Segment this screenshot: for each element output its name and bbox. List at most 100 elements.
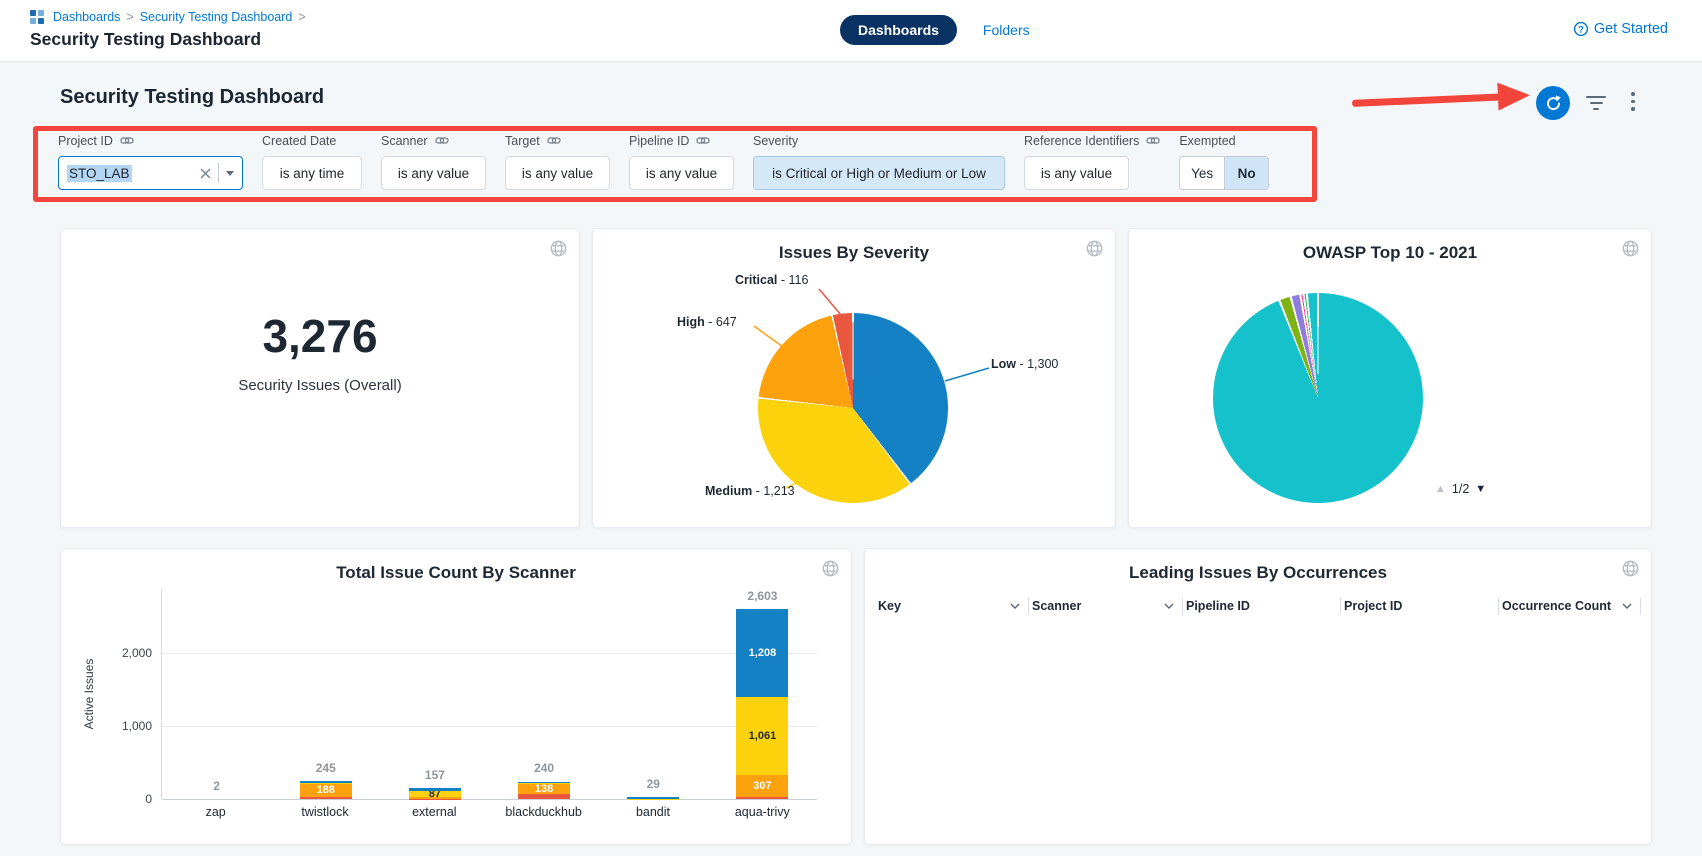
bar-external[interactable]: 87 [409, 788, 461, 799]
bar-slot-bandit: 29 [599, 589, 708, 799]
bar-segment-medium[interactable] [300, 783, 352, 784]
tab-dashboards[interactable]: Dashboards [840, 15, 957, 45]
bar-blackduckhub[interactable]: 138 [518, 782, 570, 799]
chevron-down-icon[interactable] [226, 171, 234, 176]
card-issues-by-severity: Issues By Severity Critical - 116 High -… [592, 228, 1116, 528]
page-up-icon[interactable]: ▲ [1435, 483, 1446, 495]
exempted-no-option[interactable]: No [1224, 157, 1269, 189]
get-started-link[interactable]: ? Get Started [1573, 21, 1668, 37]
pie-label-critical: Critical - 116 [735, 273, 808, 287]
bar-segment-medium[interactable]: 87 [409, 791, 461, 797]
bar-total-label: 240 [534, 761, 554, 775]
bar-segment-low[interactable] [518, 782, 570, 783]
reference-identifiers-button[interactable]: is any value [1024, 156, 1129, 190]
project-id-value: STO_LAB [67, 165, 132, 182]
page-title: Security Testing Dashboard [30, 29, 261, 50]
bars-area: 218824587157138240293071,0611,2082,603 [162, 589, 817, 799]
bar-twistlock[interactable]: 188 [300, 781, 352, 799]
severity-pie-chart[interactable] [758, 313, 948, 503]
column-header-pipeline-id[interactable]: Pipeline ID [1183, 598, 1341, 615]
bar-chart-plot: 01,0002,000218824587157138240293071,0611… [161, 589, 817, 799]
exempted-toggle: Yes No [1179, 156, 1269, 190]
bar-segment-low[interactable] [300, 781, 352, 782]
filter-severity: Severity is Critical or High or Medium o… [753, 133, 1005, 190]
column-header-occurrence-count[interactable]: Occurrence Count [1499, 598, 1641, 615]
bar-segment-low[interactable] [627, 797, 679, 799]
bar-segment-medium[interactable]: 1,061 [736, 697, 788, 774]
filter-severity-label: Severity [753, 134, 798, 148]
column-label: Pipeline ID [1186, 599, 1250, 613]
scanner-button[interactable]: is any value [381, 156, 486, 190]
bar-slot-external: 87 157 [380, 589, 489, 799]
owasp-chart-title: OWASP Top 10 - 2021 [1169, 243, 1611, 263]
x-axis-label-bandit: bandit [598, 805, 707, 819]
bar-total-label: 157 [425, 768, 445, 782]
clear-icon[interactable] [200, 168, 211, 179]
filter-pipeline-id-label: Pipeline ID [629, 134, 689, 148]
more-options-button[interactable] [1629, 92, 1637, 111]
tab-folders[interactable]: Folders [983, 22, 1030, 38]
column-header-project-id[interactable]: Project ID [1341, 598, 1499, 615]
dashboard-filters-button[interactable] [1586, 96, 1606, 110]
target-button[interactable]: is any value [505, 156, 610, 190]
bar-segment-critical[interactable] [736, 797, 788, 799]
bar-segment-low[interactable] [409, 788, 461, 791]
link-icon [696, 134, 710, 147]
column-header-scanner[interactable]: Scanner [1029, 598, 1183, 615]
gridline [162, 799, 817, 800]
card-leading-issues-by-occurrences: Leading Issues By Occurrences KeyScanner… [864, 548, 1652, 845]
breadcrumb: Dashboards > Security Testing Dashboard … [30, 10, 306, 24]
bar-total-label: 29 [647, 777, 660, 791]
breadcrumb-dashboards-link[interactable]: Dashboards [53, 10, 120, 24]
chevron-down-icon [1622, 603, 1632, 609]
breadcrumb-current-link[interactable]: Security Testing Dashboard [140, 10, 293, 24]
view-tabs: Dashboards Folders [840, 15, 1030, 45]
bar-segment-high[interactable]: 307 [736, 775, 788, 797]
bar-segment-medium[interactable] [518, 782, 570, 784]
refresh-button[interactable] [1536, 86, 1570, 120]
bar-segment-critical[interactable] [300, 797, 352, 799]
bar-segment-high[interactable]: 188 [300, 783, 352, 797]
chevron-down-icon [1010, 603, 1020, 609]
link-icon [435, 134, 449, 147]
bar-slot-blackduckhub: 138 240 [490, 589, 599, 799]
pagination-label: 1/2 [1452, 482, 1469, 496]
breadcrumb-separator: > [126, 10, 133, 24]
owasp-pie-chart[interactable] [1213, 293, 1423, 503]
filter-pipeline-id: Pipeline ID is any value [629, 133, 734, 190]
column-label: Project ID [1344, 599, 1402, 613]
y-axis-tick: 1,000 [122, 719, 152, 733]
filter-reference-identifiers-label: Reference Identifiers [1024, 134, 1139, 148]
link-icon [120, 134, 134, 147]
bar-bandit[interactable] [627, 797, 679, 799]
dashboard-title: Security Testing Dashboard [60, 86, 324, 109]
column-label: Occurrence Count [1502, 599, 1611, 613]
bar-segment-low[interactable]: 1,208 [736, 609, 788, 697]
bar-slot-twistlock: 188245 [271, 589, 380, 799]
x-axis-label-aqua-trivy: aqua-trivy [708, 805, 817, 819]
y-axis-tick: 2,000 [122, 646, 152, 660]
link-icon [547, 134, 561, 147]
filter-created-date-label: Created Date [262, 134, 336, 148]
column-label: Key [878, 599, 901, 613]
bar-segment-high[interactable]: 138 [518, 784, 570, 794]
breadcrumb-separator: > [298, 10, 305, 24]
page-down-icon[interactable]: ▼ [1475, 483, 1486, 495]
pipeline-id-value: is any value [646, 166, 717, 181]
scanner-value: is any value [398, 166, 469, 181]
bar-aqua-trivy[interactable]: 3071,0611,208 [736, 609, 788, 799]
help-icon: ? [1573, 21, 1589, 37]
column-header-key[interactable]: Key [875, 598, 1029, 615]
severity-button[interactable]: is Critical or High or Medium or Low [753, 156, 1005, 190]
pipeline-id-button[interactable]: is any value [629, 156, 734, 190]
project-id-select[interactable]: STO_LAB [58, 156, 243, 190]
bar-slot-aqua-trivy: 3071,0611,2082,603 [708, 589, 817, 799]
overall-issues-label: Security Issues (Overall) [61, 377, 579, 394]
globe-icon [1086, 240, 1103, 262]
exempted-yes-option[interactable]: Yes [1180, 157, 1224, 189]
globe-icon [822, 560, 839, 582]
globe-icon [1622, 240, 1639, 262]
created-date-button[interactable]: is any time [262, 156, 362, 190]
get-started-label: Get Started [1594, 21, 1668, 37]
dashboards-grid-icon [30, 10, 44, 24]
